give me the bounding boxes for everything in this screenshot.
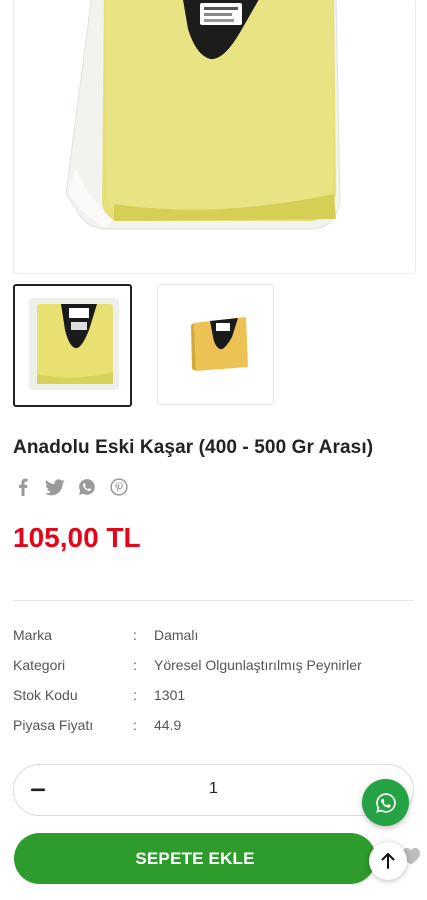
quantity-stepper: 1 bbox=[13, 764, 414, 816]
thumbnail-cheese-cut-image bbox=[191, 317, 248, 371]
facebook-icon[interactable] bbox=[11, 476, 35, 498]
thumbnail-2[interactable] bbox=[157, 284, 274, 405]
whatsapp-icon[interactable] bbox=[75, 476, 99, 498]
product-price: 105,00 TL bbox=[13, 522, 141, 553]
divider bbox=[13, 600, 414, 601]
thumbnail-1[interactable] bbox=[13, 284, 132, 407]
spec-row-market-price: Piyasa Fiyatı : 44.9 bbox=[13, 717, 418, 747]
spec-separator: : bbox=[133, 627, 137, 643]
pinterest-icon[interactable] bbox=[107, 476, 131, 498]
cheese-image bbox=[65, 0, 341, 230]
whatsapp-button[interactable] bbox=[362, 779, 409, 826]
product-specs: Marka : Damalı Kategori : Yöresel Olgunl… bbox=[13, 627, 418, 747]
spec-label: Stok Kodu bbox=[13, 687, 78, 703]
whatsapp-icon bbox=[375, 792, 396, 813]
spec-separator: : bbox=[133, 717, 137, 733]
spec-separator: : bbox=[133, 657, 137, 673]
quantity-value[interactable]: 1 bbox=[14, 780, 413, 798]
twitter-icon[interactable] bbox=[43, 476, 67, 498]
spec-value: 1301 bbox=[154, 687, 186, 703]
product-title: Anadolu Eski Kaşar (400 - 500 Gr Arası) bbox=[13, 437, 374, 458]
scroll-top-button[interactable] bbox=[369, 842, 407, 880]
add-to-cart-button[interactable]: SEPETE EKLE bbox=[14, 833, 376, 884]
spec-value: Damalı bbox=[154, 627, 199, 643]
spec-value: Yöresel Olgunlaştırılmış Peynirler bbox=[154, 657, 362, 673]
spec-separator: : bbox=[133, 687, 137, 703]
spec-row-brand: Marka : Damalı bbox=[13, 627, 418, 657]
spec-label: Marka bbox=[13, 627, 52, 643]
arrow-up-icon bbox=[381, 853, 395, 869]
spec-row-category: Kategori : Yöresel Olgunlaştırılmış Peyn… bbox=[13, 657, 418, 687]
product-main-image[interactable] bbox=[13, 0, 416, 274]
spec-row-stock-code: Stok Kodu : 1301 bbox=[13, 687, 418, 717]
share-icons bbox=[11, 476, 131, 498]
thumbnail-cheese-image bbox=[29, 298, 119, 390]
spec-label: Piyasa Fiyatı bbox=[13, 717, 94, 733]
spec-value: 44.9 bbox=[154, 717, 182, 733]
spec-label: Kategori bbox=[13, 657, 66, 673]
